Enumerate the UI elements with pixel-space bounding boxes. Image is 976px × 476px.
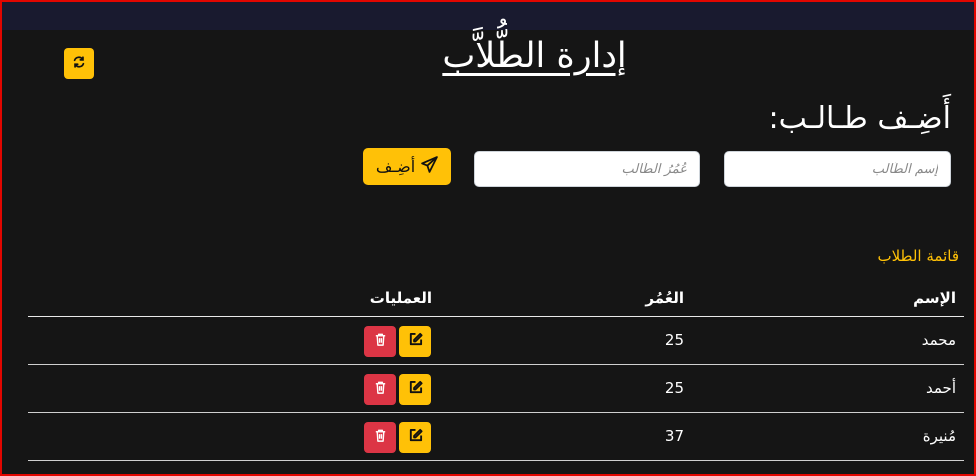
trash-icon (373, 428, 388, 447)
app-frame: إدارة الطُّلاَّب أَضِـف طـالـب: أضِـف قا… (0, 0, 976, 476)
student-age: 37 (664, 427, 684, 445)
student-age-input[interactable] (474, 151, 700, 187)
student-name: محمد (921, 331, 956, 349)
column-header-age: العُمُر (645, 289, 684, 307)
row-actions (364, 326, 431, 357)
column-header-name: الإسم (913, 289, 956, 307)
student-name: مُنيرة (922, 427, 956, 445)
edit-icon (408, 332, 423, 351)
edit-button[interactable] (399, 374, 431, 405)
trash-icon (373, 332, 388, 351)
student-age: 25 (664, 379, 684, 397)
paper-plane-icon (421, 156, 438, 177)
row-actions (364, 374, 431, 405)
column-header-operations: العمليات (369, 289, 432, 307)
edit-button[interactable] (399, 422, 431, 453)
delete-button[interactable] (364, 374, 396, 405)
edit-icon (408, 428, 423, 447)
add-button-label: أضِـف (375, 157, 416, 176)
row-actions (364, 422, 431, 453)
student-name-input[interactable] (724, 151, 951, 187)
add-student-button[interactable]: أضِـف (363, 148, 451, 185)
trash-icon (373, 380, 388, 399)
delete-button[interactable] (364, 422, 396, 453)
table-row: مُنيرة 37 (28, 413, 964, 461)
edit-icon (408, 380, 423, 399)
students-list-title: قائمة الطلاب (877, 247, 959, 265)
add-student-heading: أَضِـف طـالـب: (768, 101, 952, 136)
student-age: 25 (664, 331, 684, 349)
top-bar (2, 2, 974, 30)
student-name: أحمد (926, 379, 956, 397)
table-header: الإسم العُمُر العمليات (28, 281, 964, 317)
edit-button[interactable] (399, 326, 431, 357)
delete-button[interactable] (364, 326, 396, 357)
table-row: أحمد 25 (28, 365, 964, 413)
refresh-button[interactable] (64, 48, 94, 79)
table-row: محمد 25 (28, 317, 964, 365)
page-title: إدارة الطُّلاَّب (442, 36, 627, 76)
students-table: الإسم العُمُر العمليات محمد 25 أحمد 25 م… (28, 281, 964, 461)
refresh-icon (72, 54, 86, 73)
